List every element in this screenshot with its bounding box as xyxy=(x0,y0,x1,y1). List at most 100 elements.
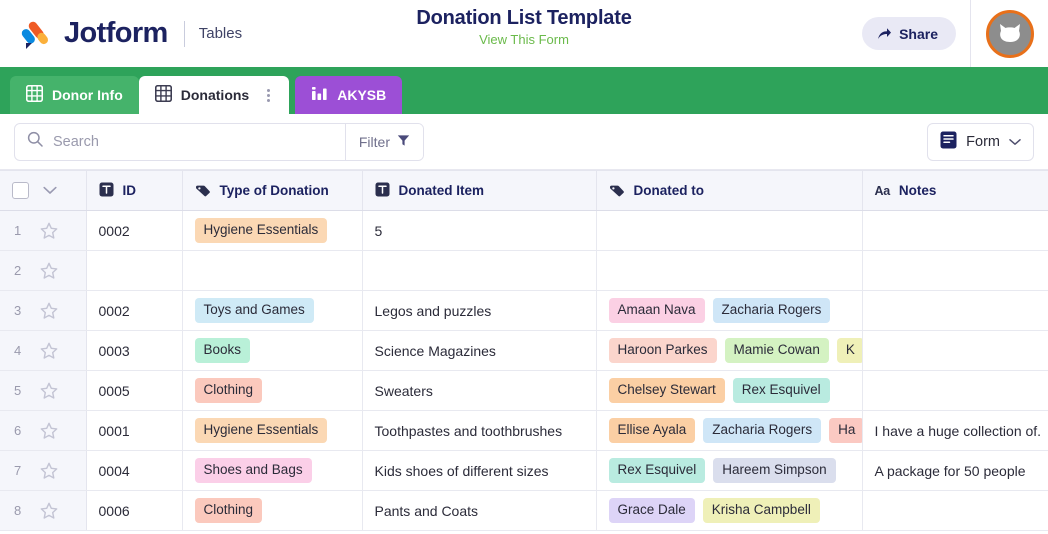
star-icon[interactable] xyxy=(40,502,58,520)
column-header-notes[interactable]: Aa Notes xyxy=(862,170,1048,211)
search-input[interactable] xyxy=(53,133,333,150)
star-icon[interactable] xyxy=(40,222,58,240)
tag-chip[interactable]: Hygiene Essentials xyxy=(194,418,328,443)
tag-chip[interactable]: Clothing xyxy=(194,498,263,523)
cell-type-of-donation[interactable]: Hygiene Essentials xyxy=(182,410,363,451)
cell-notes[interactable] xyxy=(862,490,1048,531)
column-header-donated-to[interactable]: Donated to xyxy=(596,170,863,211)
chevron-down-icon[interactable] xyxy=(43,183,57,198)
cell-type-of-donation[interactable]: Clothing xyxy=(182,490,363,531)
cell-donated-to[interactable]: Amaan Nava Zacharia Rogers xyxy=(596,290,863,331)
cell-id[interactable]: 0004 xyxy=(86,450,183,491)
tag-chip[interactable]: Mamie Cowan xyxy=(724,338,829,363)
cell-notes[interactable]: A package for 50 people xyxy=(862,450,1048,491)
cell-type-of-donation[interactable]: Shoes and Bags xyxy=(182,450,363,491)
star-icon[interactable] xyxy=(40,342,58,360)
cell-type-of-donation[interactable]: Clothing xyxy=(182,370,363,411)
cell-donated-to[interactable] xyxy=(596,250,863,291)
tag-chip[interactable]: Shoes and Bags xyxy=(194,458,312,483)
tag-chip[interactable]: Ha xyxy=(829,418,861,443)
cell-donated-to[interactable]: Rex Esquivel Hareem Simpson xyxy=(596,450,863,491)
cell-donated-to[interactable] xyxy=(596,210,863,251)
cell-donated-to[interactable]: Ellise Ayala Zacharia Rogers Ha xyxy=(596,410,863,451)
cell-notes[interactable] xyxy=(862,330,1048,371)
row-number: 8 xyxy=(14,503,22,518)
cell-donated-item[interactable] xyxy=(362,250,597,291)
long-text-icon: Aa xyxy=(874,183,891,198)
table-row[interactable]: 6 0001 Hygiene Essentials Toothpastes and t… xyxy=(0,410,1048,451)
tab-akysb[interactable]: AKYSB xyxy=(295,76,403,114)
view-this-form-link[interactable]: View This Form xyxy=(479,32,569,47)
tab-donations[interactable]: Donations xyxy=(138,76,290,114)
cell-id[interactable]: 0002 xyxy=(86,210,183,251)
cell-donated-to[interactable]: Chelsey Stewart Rex Esquivel xyxy=(596,370,863,411)
cell-donated-item[interactable]: Toothpastes and toothbrushes xyxy=(362,410,597,451)
row-number: 5 xyxy=(14,383,22,398)
tag-chip[interactable]: Hareem Simpson xyxy=(713,458,836,483)
cell-donated-item[interactable]: Sweaters xyxy=(362,370,597,411)
tag-chip[interactable]: Toys and Games xyxy=(194,298,314,323)
cell-id[interactable]: 0001 xyxy=(86,410,183,451)
cell-notes[interactable]: I have a huge collection of. xyxy=(862,410,1048,451)
star-icon[interactable] xyxy=(40,422,58,440)
table-row[interactable]: 8 0006 Clothing Pants and Coats Grace Dale Kr… xyxy=(0,490,1048,531)
cell-id[interactable]: 0002 xyxy=(86,290,183,331)
tag-chip[interactable]: Books xyxy=(194,338,251,363)
cell-donated-to[interactable]: Grace Dale Krisha Campbell xyxy=(596,490,863,531)
cell-notes[interactable] xyxy=(862,250,1048,291)
table-row[interactable]: 3 0002 Toys and Games Legos and puzzles Amaa… xyxy=(0,290,1048,331)
tag-chip[interactable]: Clothing xyxy=(194,378,263,403)
cell-donated-item[interactable]: Pants and Coats xyxy=(362,490,597,531)
cell-donated-to[interactable]: Haroon Parkes Mamie Cowan K xyxy=(596,330,863,371)
table-row[interactable]: 7 0004 Shoes and Bags Kids shoes of differe… xyxy=(0,450,1048,491)
column-header-type-of-donation[interactable]: Type of Donation xyxy=(182,170,363,211)
column-header-id[interactable]: ID xyxy=(86,170,183,211)
cell-type-of-donation[interactable]: Books xyxy=(182,330,363,371)
tag-chip[interactable]: Ellise Ayala xyxy=(608,418,696,443)
column-header-donated-item[interactable]: Donated Item xyxy=(362,170,597,211)
search-box[interactable] xyxy=(15,124,345,160)
tag-chip[interactable]: K xyxy=(836,338,861,363)
table-row[interactable]: 4 0003 Books Science Magazines Haroon Parkes… xyxy=(0,330,1048,371)
select-all-checkbox[interactable] xyxy=(12,182,29,199)
tag-chip[interactable]: Zacharia Rogers xyxy=(703,418,822,443)
table-row[interactable]: 2 xyxy=(0,250,1048,291)
tag-chip[interactable]: Amaan Nava xyxy=(608,298,705,323)
cell-id[interactable]: 0006 xyxy=(86,490,183,531)
brand-product-label[interactable]: Tables xyxy=(199,25,242,42)
cell-donated-item[interactable]: Science Magazines xyxy=(362,330,597,371)
cell-id[interactable]: 0005 xyxy=(86,370,183,411)
table-row[interactable]: 1 0002 Hygiene Essentials 5 xyxy=(0,210,1048,251)
tag-chip[interactable]: Zacharia Rogers xyxy=(712,298,831,323)
brand-name[interactable]: Jotform xyxy=(64,17,168,50)
share-button[interactable]: Share xyxy=(862,17,956,50)
kebab-menu-icon[interactable] xyxy=(264,87,273,104)
cell-notes[interactable] xyxy=(862,290,1048,331)
tag-chip[interactable]: Krisha Campbell xyxy=(702,498,820,523)
cell-notes[interactable] xyxy=(862,370,1048,411)
cell-type-of-donation[interactable]: Hygiene Essentials xyxy=(182,210,363,251)
cell-type-of-donation[interactable]: Toys and Games xyxy=(182,290,363,331)
tag-chip[interactable]: Rex Esquivel xyxy=(732,378,830,403)
cell-notes[interactable] xyxy=(862,210,1048,251)
tag-chip[interactable]: Hygiene Essentials xyxy=(194,218,328,243)
cell-donated-item[interactable]: Kids shoes of different sizes xyxy=(362,450,597,491)
tag-chip[interactable]: Haroon Parkes xyxy=(608,338,717,363)
tab-donor-info[interactable]: Donor Info xyxy=(10,76,139,114)
star-icon[interactable] xyxy=(40,382,58,400)
cell-type-of-donation[interactable] xyxy=(182,250,363,291)
star-icon[interactable] xyxy=(40,462,58,480)
cell-id[interactable] xyxy=(86,250,183,291)
form-view-button[interactable]: Form xyxy=(927,122,1034,161)
tag-chip[interactable]: Grace Dale xyxy=(608,498,695,523)
avatar[interactable] xyxy=(985,9,1034,58)
cell-donated-item[interactable]: Legos and puzzles xyxy=(362,290,597,331)
cell-id[interactable]: 0003 xyxy=(86,330,183,371)
star-icon[interactable] xyxy=(40,262,58,280)
tag-chip[interactable]: Chelsey Stewart xyxy=(608,378,725,403)
tag-chip[interactable]: Rex Esquivel xyxy=(608,458,706,483)
star-icon[interactable] xyxy=(40,302,58,320)
filter-button[interactable]: Filter xyxy=(344,123,423,160)
cell-donated-item[interactable]: 5 xyxy=(362,210,597,251)
table-row[interactable]: 5 0005 Clothing Sweaters Chelsey Stewart Rex … xyxy=(0,370,1048,411)
